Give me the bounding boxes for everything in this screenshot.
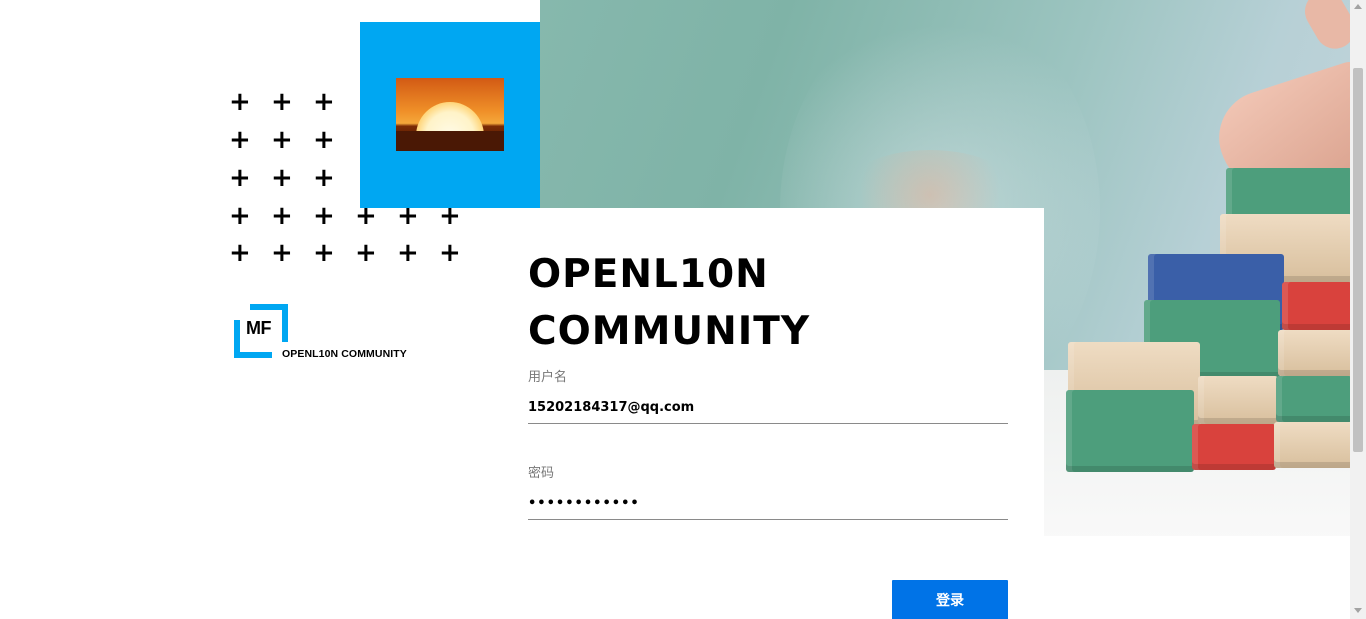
login-card: OPENL10N COMMUNITY 用户名 密码 登录 [480, 208, 1044, 619]
plus-icon: + [397, 238, 419, 268]
password-label: 密码 [528, 466, 555, 481]
plus-icon: + [313, 87, 335, 117]
plus-icon: + [271, 87, 293, 117]
plus-icon: + [229, 87, 251, 117]
hero-finger [1297, 0, 1350, 56]
horizon [396, 131, 504, 151]
block-red [1192, 424, 1276, 470]
username-input[interactable] [528, 392, 1008, 424]
plus-icon: + [271, 238, 293, 268]
plus-icon: + [229, 163, 251, 193]
scroll-up-arrow-icon[interactable] [1354, 4, 1362, 9]
plus-icon: + [271, 163, 293, 193]
plus-icon: + [271, 201, 293, 231]
login-button[interactable]: 登录 [892, 580, 1008, 619]
username-label: 用户名 [528, 370, 568, 385]
brand-logo: MF [234, 304, 288, 358]
plus-icon: + [355, 238, 377, 268]
plus-icon: + [313, 238, 335, 268]
plus-icon: + [229, 125, 251, 155]
block-wood [1278, 330, 1350, 376]
logo-mark: MF [246, 318, 272, 338]
block-wood [1198, 376, 1278, 424]
plus-icon: + [229, 201, 251, 231]
plus-icon: + [229, 238, 251, 268]
login-title: OPENL10N COMMUNITY [528, 252, 811, 354]
block-green [1276, 376, 1350, 422]
scroll-down-arrow-icon[interactable] [1354, 608, 1362, 613]
block-green [1066, 390, 1194, 472]
plus-icon: + [313, 125, 335, 155]
sunset-image [396, 78, 504, 151]
password-input[interactable] [528, 488, 1008, 520]
page-scrollbar[interactable] [1350, 0, 1366, 619]
accent-square [360, 22, 540, 208]
block-red [1282, 282, 1350, 330]
scroll-thumb[interactable] [1353, 68, 1363, 452]
plus-icon: + [439, 238, 461, 268]
logo-text: OPENL10N COMMUNITY [282, 348, 407, 360]
plus-icon: + [313, 201, 335, 231]
plus-icon: + [313, 163, 335, 193]
plus-icon: + [271, 125, 293, 155]
block-wood [1274, 422, 1350, 468]
